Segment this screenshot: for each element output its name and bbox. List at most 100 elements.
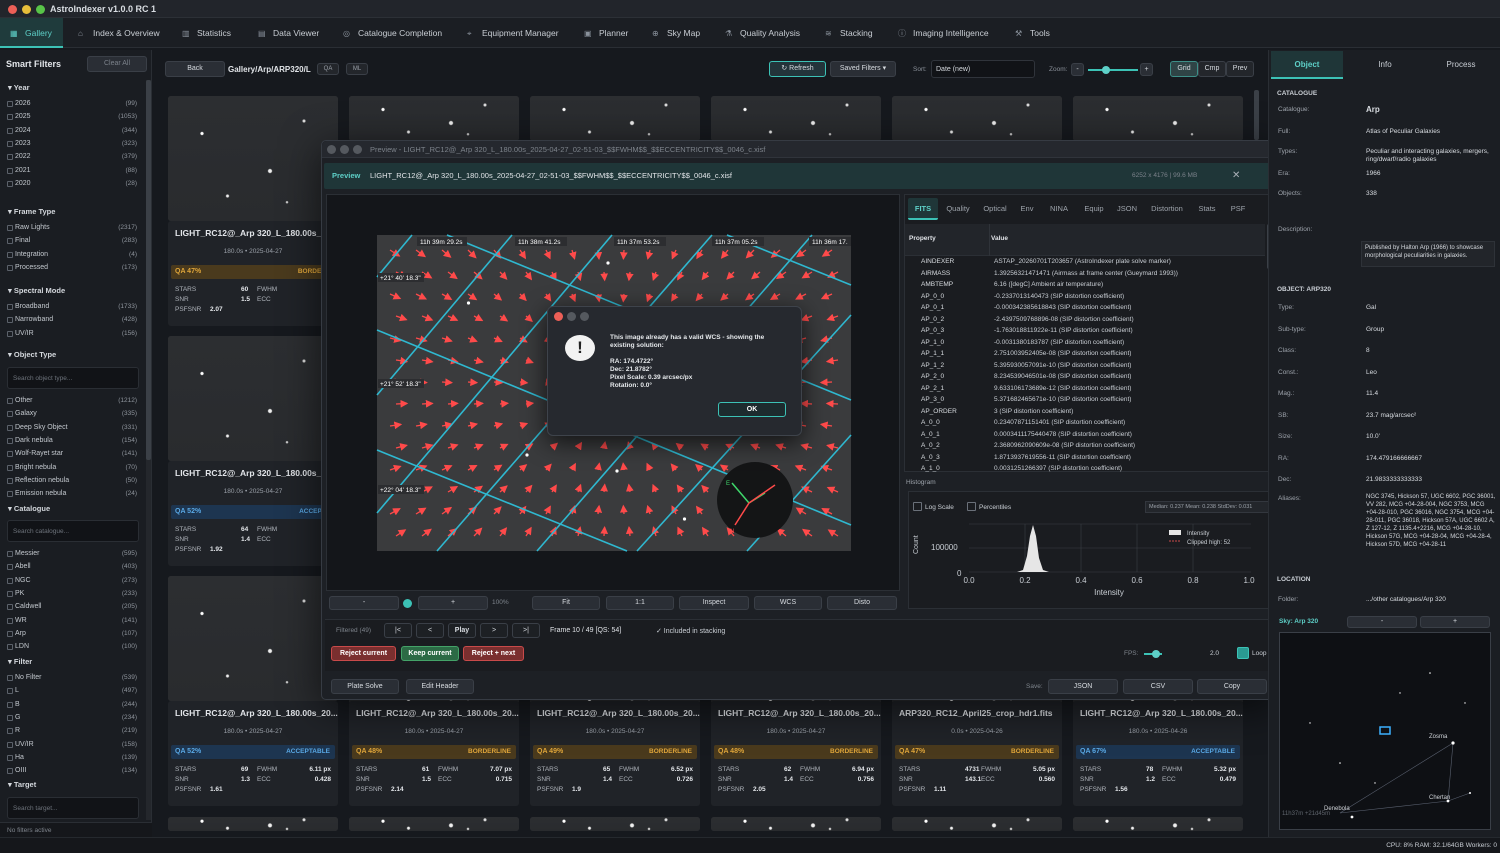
tab-planner[interactable]: ▣ Planner [574, 18, 636, 48]
log-scale-checkbox[interactable] [913, 502, 922, 511]
filter-checkbox[interactable] [7, 114, 13, 121]
minimize-preview-dot[interactable] [340, 145, 349, 154]
filter-option[interactable]: Dark nebula (154) [15, 437, 137, 444]
zoom-out-button[interactable]: - [1071, 63, 1084, 76]
object-type-search-input[interactable]: Search object type... [7, 367, 139, 389]
filter-checkbox[interactable] [7, 154, 13, 161]
fits-tab-quality[interactable]: Quality [940, 198, 976, 220]
gallery-thumbnail[interactable] [711, 817, 881, 831]
filter-checkbox[interactable] [7, 754, 13, 761]
filter-option[interactable]: Arp (107) [15, 630, 137, 637]
filter-checkbox[interactable] [7, 251, 13, 258]
tab-sky-map[interactable]: ⊕ Sky Map [642, 18, 710, 48]
filter-option[interactable]: Emission nebula (24) [15, 490, 137, 497]
fits-tab-equip[interactable]: Equip [1078, 198, 1110, 220]
save-csv-button[interactable]: CSV [1123, 679, 1193, 694]
maximize-window-button[interactable] [36, 5, 45, 14]
filter-checkbox[interactable] [7, 464, 13, 471]
gallery-thumbnail[interactable] [349, 96, 519, 141]
filter-checkbox[interactable] [7, 617, 13, 624]
filter-option[interactable]: No Filter (539) [15, 674, 137, 681]
gallery-thumbnail[interactable] [892, 817, 1062, 831]
filter-checkbox[interactable] [7, 437, 13, 444]
filter-option[interactable]: Galaxy (335) [15, 410, 137, 417]
filter-checkbox[interactable] [7, 127, 13, 134]
fit-button[interactable]: Fit [532, 596, 600, 610]
filter-option[interactable]: Wolf-Rayet star (141) [15, 450, 137, 457]
section-catalogue[interactable]: ▾ Catalogue [8, 504, 50, 513]
filter-option[interactable]: NGC (273) [15, 577, 137, 584]
fits-row[interactable]: A_0_1 0.0003411175440478 (SIP distortion … [909, 431, 1269, 443]
gallery-card[interactable]: LIGHT_RC12@_Arp 320_L_180.00s_20... 180.0… [711, 701, 881, 806]
refresh-button[interactable]: ↻ Refresh [769, 61, 826, 77]
fits-row[interactable]: AP_1_1 2.751003952405e-08 (SIP distortion… [909, 350, 1269, 362]
fits-row[interactable]: AP_0_0 -0.2337013140473 (SIP distortion c… [909, 293, 1269, 305]
filter-checkbox[interactable] [7, 577, 13, 584]
filter-checkbox[interactable] [7, 264, 13, 271]
next-frame-button[interactable]: > [480, 623, 508, 638]
dialog-close-dot[interactable] [554, 312, 563, 321]
play-button[interactable]: Play [448, 623, 476, 638]
compare-view-button[interactable]: Cmp [1198, 61, 1226, 77]
grid-view-button[interactable]: Grid [1170, 61, 1198, 77]
fits-row[interactable]: AP_3_0 5.371682465671e-10 (SIP distortion… [909, 396, 1269, 408]
zoom-slider[interactable] [1088, 66, 1138, 74]
gallery-scrollbar[interactable] [1254, 90, 1259, 140]
filter-option[interactable]: L (497) [15, 687, 137, 694]
keep-current-button[interactable]: Keep current [401, 646, 459, 661]
fits-tab-nina[interactable]: NINA [1042, 198, 1076, 220]
tab-equipment-manager[interactable]: ⌖ Equipment Manager [457, 18, 567, 48]
filter-option[interactable]: Bright nebula (70) [15, 464, 137, 471]
fits-row[interactable]: AP_2_0 8.234539046501e-08 (SIP distortion… [909, 373, 1269, 385]
filter-checkbox[interactable] [7, 101, 13, 107]
filter-option[interactable]: LDN (100) [15, 643, 137, 650]
preview-zoom-slider[interactable] [403, 599, 412, 608]
filter-option[interactable]: UV/IR (158) [15, 741, 137, 748]
wcs-button[interactable]: WCS [754, 596, 822, 610]
filter-option[interactable]: UV/IR (156) [15, 330, 137, 337]
gallery-card[interactable]: ARP320_RC12_April25_crop_hdr1.fits 0.0s •… [892, 701, 1062, 806]
filter-checkbox[interactable] [7, 741, 13, 748]
reject-next-button[interactable]: Reject + next [463, 646, 524, 661]
gallery-card[interactable]: LIGHT_RC12@_Arp 320_L_180.00s_20... 180.0… [168, 701, 338, 806]
clear-all-button[interactable]: Clear All [87, 56, 147, 72]
filter-option[interactable]: G (234) [15, 714, 137, 721]
filter-option[interactable]: B (244) [15, 701, 137, 708]
fits-tab-optical[interactable]: Optical [978, 198, 1012, 220]
fits-tab-psf[interactable]: PSF [1224, 198, 1252, 220]
gallery-thumbnail[interactable] [168, 576, 338, 701]
filter-option[interactable]: Other (1212) [15, 397, 137, 404]
reject-current-button[interactable]: Reject current [331, 646, 396, 661]
section-object-type[interactable]: ▾ Object Type [8, 350, 56, 359]
close-window-button[interactable] [8, 5, 17, 14]
edit-header-button[interactable]: Edit Header [406, 679, 474, 694]
save-json-button[interactable]: JSON [1048, 679, 1118, 694]
ml-toggle[interactable]: ML [346, 63, 368, 75]
zoom-in-button[interactable]: + [1140, 63, 1153, 76]
filter-option[interactable]: Messier (595) [15, 550, 137, 557]
plate-solve-button[interactable]: Plate Solve [331, 679, 399, 694]
filter-option[interactable]: WR (141) [15, 617, 137, 624]
section-target[interactable]: ▾ Target [8, 780, 36, 789]
inspect-button[interactable]: Inspect [679, 596, 749, 610]
gallery-thumbnail[interactable] [530, 817, 700, 831]
tab-object[interactable]: Object [1271, 51, 1343, 79]
filter-checkbox[interactable] [7, 317, 13, 324]
first-frame-button[interactable]: |< [384, 623, 412, 638]
last-frame-button[interactable]: >| [512, 623, 540, 638]
filter-checkbox[interactable] [7, 604, 13, 611]
filter-checkbox[interactable] [7, 167, 13, 174]
fits-row[interactable]: A_0_2 2.3680962090609e-08 (SIP distortion… [909, 442, 1269, 454]
filter-option[interactable]: Ha (139) [15, 754, 137, 761]
gallery-thumbnail[interactable] [168, 96, 338, 221]
gallery-thumbnail[interactable] [168, 336, 338, 461]
gallery-thumbnail[interactable] [530, 96, 700, 141]
tab-imaging-intelligence[interactable]: ⓘ Imaging Intelligence [888, 18, 1000, 48]
sky-zoom-out-button[interactable]: - [1347, 616, 1417, 628]
fits-tab-distortion[interactable]: Distortion [1144, 198, 1190, 220]
filter-checkbox[interactable] [7, 644, 13, 651]
filter-checkbox[interactable] [7, 225, 13, 231]
fits-tab-fits[interactable]: FITS [908, 198, 938, 220]
fits-row[interactable]: A_0_3 1.8713937619556-11 (SIP distortion … [909, 454, 1269, 466]
fits-row[interactable]: AP_1_2 5.395930057091e-10 (SIP distortion… [909, 362, 1269, 374]
